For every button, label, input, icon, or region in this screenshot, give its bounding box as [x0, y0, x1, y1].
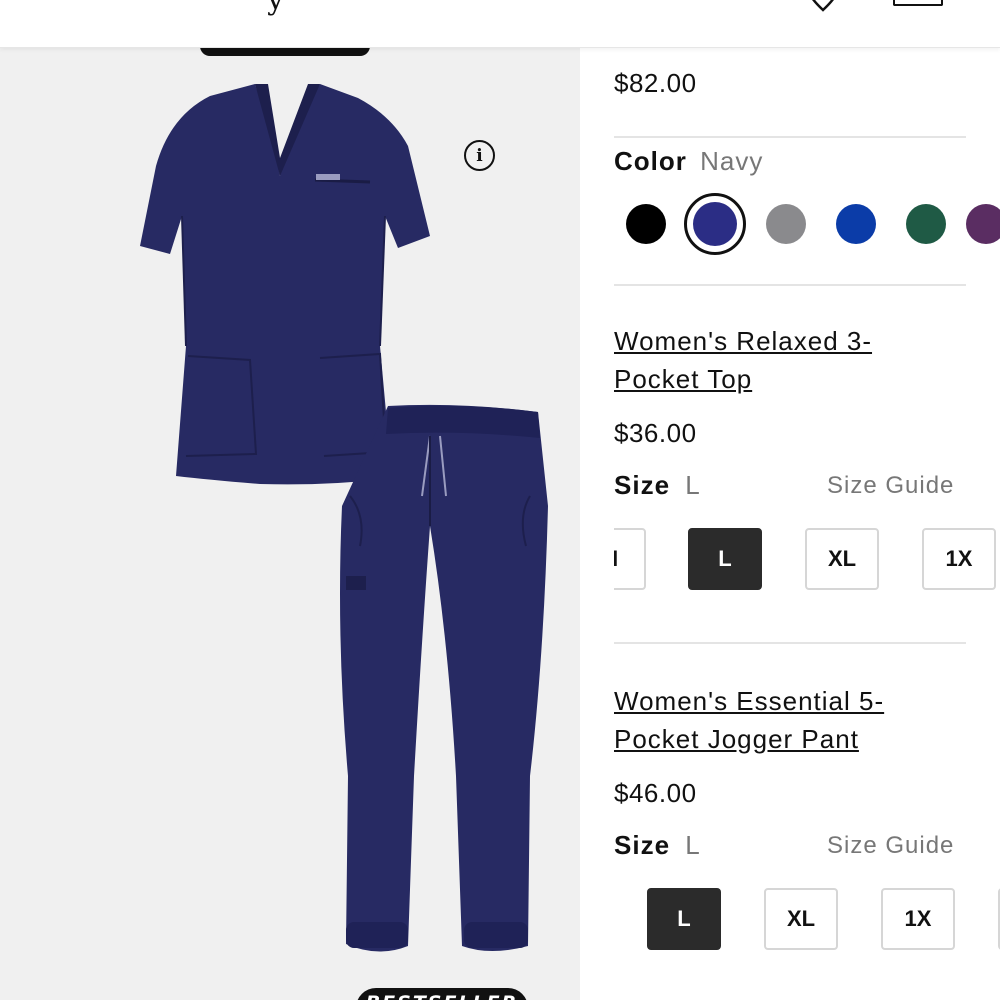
color-swatch-purple[interactable]: [966, 204, 1000, 244]
site-header: ‘ y: [0, 0, 1000, 48]
image-badge-top: [200, 48, 370, 56]
color-swatch-grey[interactable]: [766, 204, 806, 244]
size-selected-value: L: [685, 830, 700, 860]
color-selected-value: Navy: [700, 146, 764, 176]
set-price: $82.00: [614, 68, 697, 98]
pant-price: $46.00: [614, 778, 697, 808]
size-selected-value: L: [685, 470, 700, 500]
size-option-xl[interactable]: XL: [764, 888, 838, 950]
pant-size-selector: MLXL1X2X: [614, 888, 1000, 954]
size-option-l[interactable]: L: [688, 528, 762, 590]
divider: [614, 136, 966, 138]
color-heading: Color Navy: [614, 146, 763, 177]
color-swatch-fill: [693, 202, 737, 246]
top-size-selector: ML XL 1X: [614, 528, 1000, 594]
color-label: Color: [614, 146, 687, 176]
top-price: $36.00: [614, 418, 697, 448]
size-option-m[interactable]: M: [614, 528, 646, 590]
divider: [614, 284, 966, 286]
product-details-panel: $82.00 Color Navy Women's Relaxed 3-Pock…: [580, 48, 1000, 1000]
size-label: Size: [614, 830, 671, 860]
color-swatch-black[interactable]: [626, 204, 666, 244]
color-swatch-royal-blue[interactable]: [836, 204, 876, 244]
product-image-pane[interactable]: i BESTSELLER: [0, 48, 580, 1000]
heart-icon[interactable]: [806, 0, 840, 12]
pant-size-heading: Size L: [614, 830, 700, 861]
size-option-1x[interactable]: 1X: [881, 888, 955, 950]
jogger-pant-image: [340, 404, 548, 952]
size-option-xl[interactable]: XL: [805, 528, 879, 590]
pant-size-guide-link[interactable]: Size Guide: [827, 832, 954, 860]
color-swatch-navy[interactable]: [684, 193, 746, 255]
cart-icon[interactable]: [893, 0, 943, 6]
top-product-link[interactable]: Women's Relaxed 3-Pocket Top: [614, 322, 944, 398]
pant-product-link[interactable]: Women's Essential 5-Pocket Jogger Pant: [614, 682, 944, 758]
color-swatch-hunter-green[interactable]: [906, 204, 946, 244]
top-size-heading: Size L: [614, 470, 700, 501]
size-option-l[interactable]: L: [647, 888, 721, 950]
brand-logo[interactable]: ‘ y: [232, 0, 292, 17]
size-option-1x[interactable]: 1X: [922, 528, 996, 590]
size-label: Size: [614, 470, 671, 500]
bestseller-badge: BESTSELLER: [356, 988, 528, 1000]
divider: [614, 642, 966, 644]
top-size-guide-link[interactable]: Size Guide: [827, 472, 954, 500]
scrub-set-image: [140, 84, 548, 952]
